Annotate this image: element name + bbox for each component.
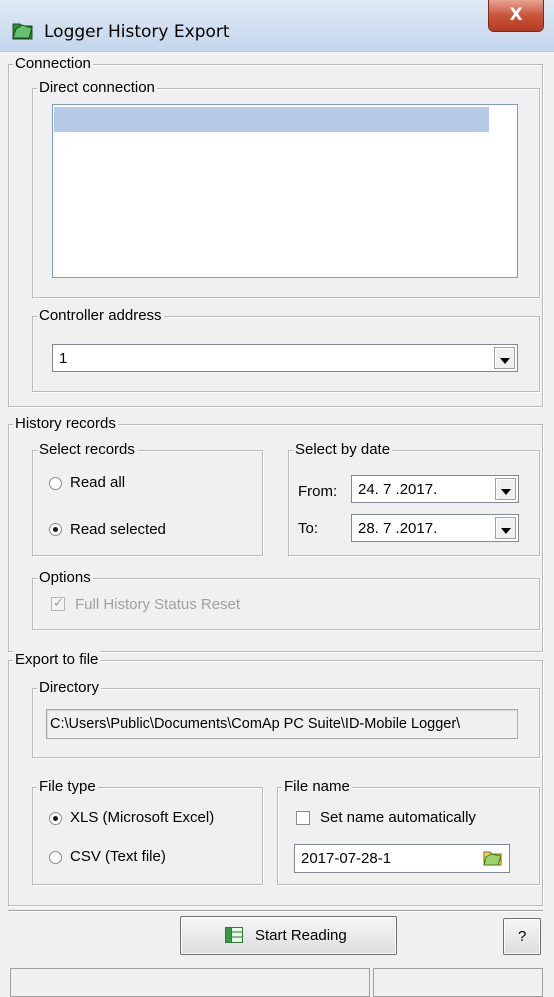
xls-radio[interactable] [49, 812, 62, 825]
separator [8, 910, 543, 912]
file-type-group: File type [32, 778, 263, 885]
to-date-value: 28. 7 .2017. [358, 520, 438, 537]
to-date-picker[interactable]: 28. 7 .2017. [351, 514, 519, 542]
file-name-input[interactable]: 2017-07-28-1 [294, 844, 510, 873]
read-all-label[interactable]: Read all [70, 474, 125, 491]
file-name-label: File name [282, 778, 352, 796]
file-type-label: File type [37, 778, 98, 796]
csv-radio[interactable] [49, 851, 62, 864]
controller-address-select[interactable]: 1 [52, 344, 518, 372]
file-name-value: 2017-07-28-1 [301, 850, 392, 867]
direct-connection-label: Direct connection [37, 79, 157, 97]
excel-sheet-icon [225, 927, 243, 943]
controller-address-value: 1 [59, 350, 68, 367]
xls-label[interactable]: XLS (Microsoft Excel) [70, 809, 214, 826]
chevron-down-icon[interactable] [495, 517, 516, 539]
from-label: From: [298, 483, 338, 500]
list-item[interactable] [54, 107, 489, 132]
select-records-group: Select records [32, 441, 263, 556]
to-label: To: [298, 520, 319, 537]
select-records-label: Select records [37, 441, 137, 459]
select-by-date-label: Select by date [293, 441, 393, 459]
window-title: Logger History Export [44, 22, 230, 42]
full-history-reset-label[interactable]: Full History Status Reset [75, 596, 240, 613]
browse-folder-icon[interactable] [483, 849, 503, 867]
from-date-value: 24. 7 .2017. [358, 481, 438, 498]
history-records-label: History records [13, 415, 118, 433]
chevron-down-icon[interactable] [494, 347, 515, 369]
start-reading-label: Start Reading [255, 927, 347, 944]
directory-label: Directory [37, 679, 102, 697]
read-selected-radio[interactable] [49, 523, 62, 536]
status-bar-right [373, 968, 543, 997]
title-bar[interactable]: Logger History Export X [0, 0, 554, 52]
close-button[interactable]: X [488, 0, 544, 32]
directory-value: C:\Users\Public\Documents\ComAp PC Suite… [50, 716, 461, 732]
full-history-reset-checkbox[interactable] [51, 595, 65, 611]
csv-label[interactable]: CSV (Text file) [70, 848, 166, 865]
chevron-down-icon[interactable] [495, 478, 516, 500]
directory-field[interactable]: C:\Users\Public\Documents\ComAp PC Suite… [46, 709, 518, 739]
auto-name-checkbox[interactable] [296, 811, 310, 825]
from-date-picker[interactable]: 24. 7 .2017. [351, 475, 519, 503]
status-bar-left [10, 968, 370, 997]
help-button[interactable]: ? [503, 918, 541, 955]
auto-name-label[interactable]: Set name automatically [320, 809, 476, 826]
connection-list[interactable] [52, 104, 518, 278]
connection-label: Connection [13, 55, 93, 73]
options-label: Options [37, 569, 93, 587]
read-selected-label[interactable]: Read selected [70, 521, 166, 538]
help-label: ? [518, 928, 527, 945]
logger-folder-icon [12, 23, 33, 40]
start-reading-button[interactable]: Start Reading [180, 916, 397, 955]
read-all-radio[interactable] [49, 477, 62, 490]
export-label: Export to file [13, 651, 101, 669]
controller-address-label: Controller address [37, 307, 164, 325]
